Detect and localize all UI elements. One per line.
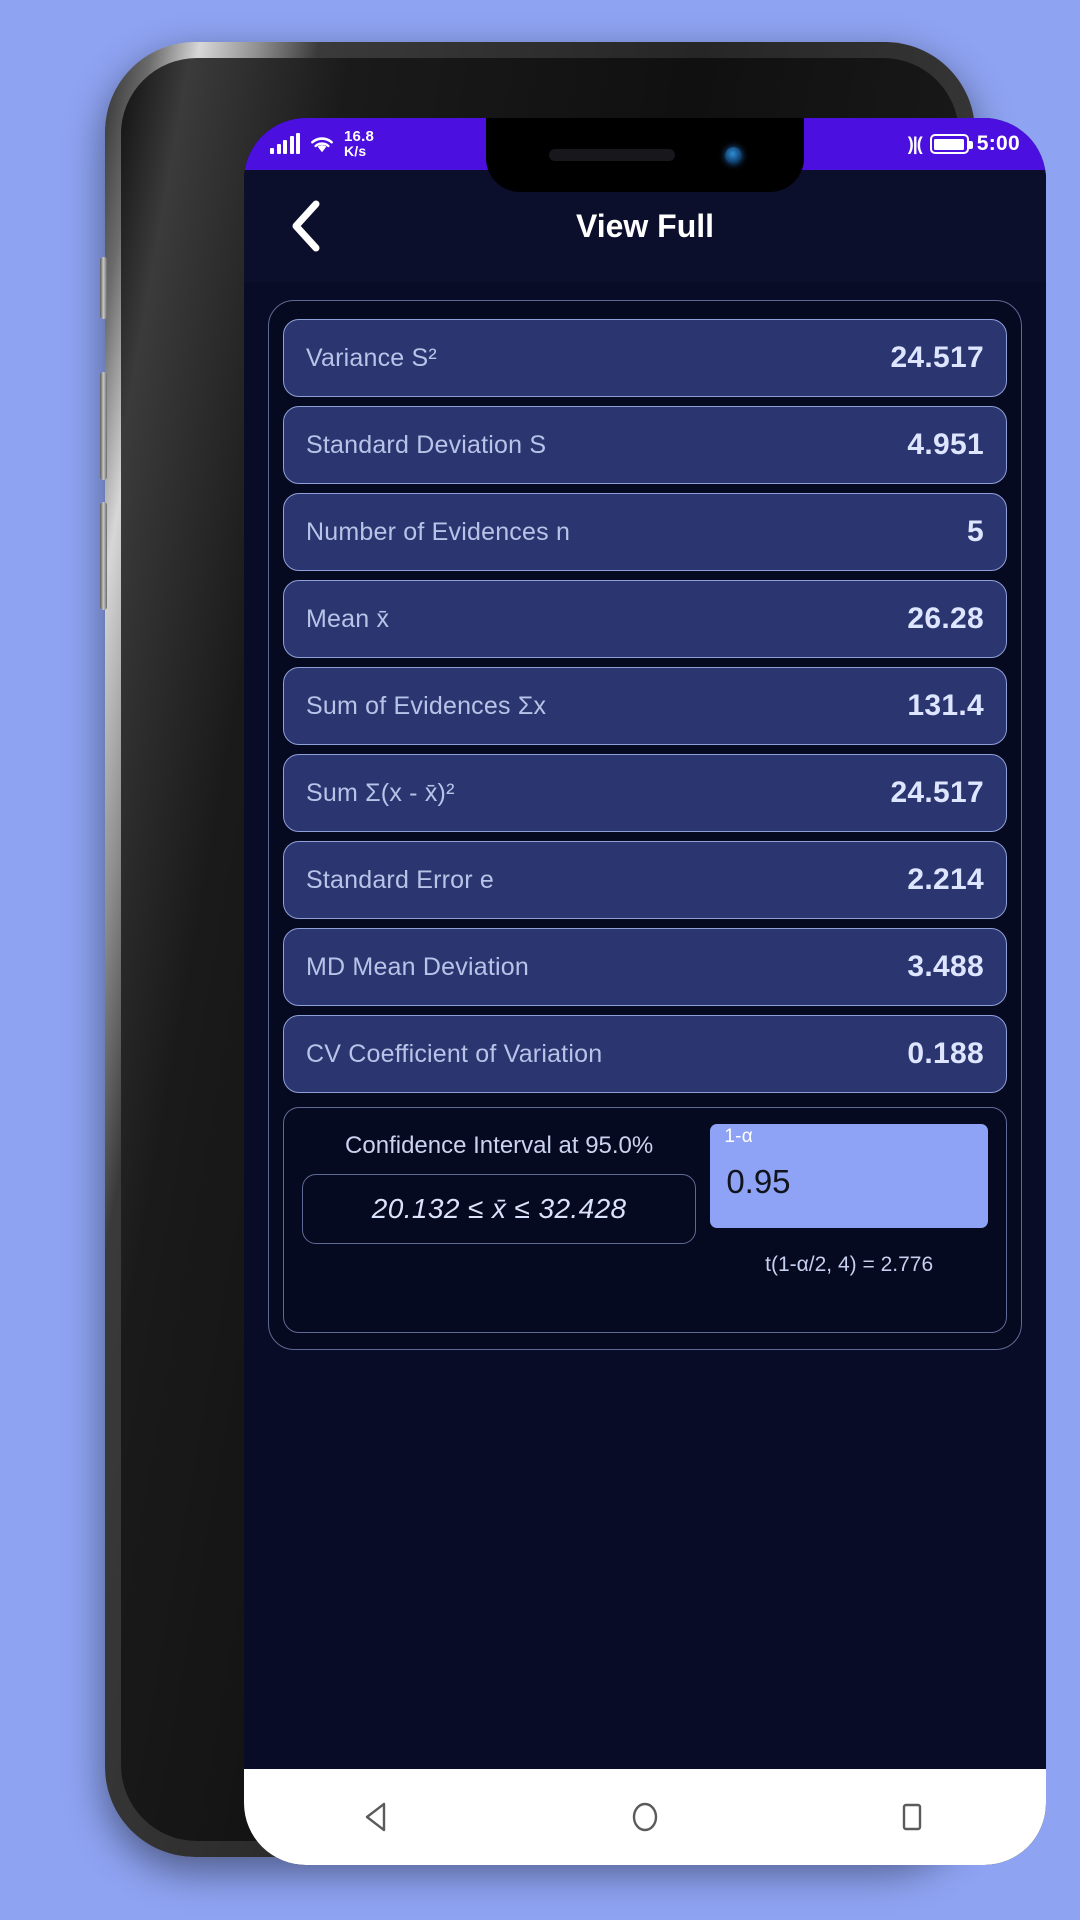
t-statistic-note: t(1-α/2, 4) = 2.776 bbox=[765, 1253, 934, 1276]
status-bar-right: )|( 5:00 bbox=[908, 132, 1020, 156]
android-nav-bar bbox=[244, 1769, 1046, 1865]
stat-value: 2.214 bbox=[907, 863, 984, 896]
stat-label: MD Mean Deviation bbox=[306, 952, 529, 981]
page-backdrop: 16.8 K/s )|( 5:00 View Full Variance S² … bbox=[0, 0, 1080, 1920]
stat-value: 24.517 bbox=[890, 341, 984, 374]
confidence-interval-left: Confidence Interval at 95.0% 20.132 ≤ x̄… bbox=[302, 1124, 697, 1312]
stat-value: 0.188 bbox=[907, 1037, 984, 1070]
table-row[interactable]: Variance S² 24.517 bbox=[283, 319, 1007, 397]
stat-label: Sum Σ(x - x̄)² bbox=[306, 778, 455, 807]
mute-switch-button[interactable] bbox=[100, 257, 107, 319]
alpha-field-value: 0.95 bbox=[726, 1163, 791, 1200]
table-row[interactable]: Mean x̄ 26.28 bbox=[283, 580, 1007, 658]
table-row[interactable]: Sum Σ(x - x̄)² 24.517 bbox=[283, 754, 1007, 832]
table-row[interactable]: CV Coefficient of Variation 0.188 bbox=[283, 1015, 1007, 1093]
stat-label: Number of Evidences n bbox=[306, 517, 571, 546]
app-container: View Full Variance S² 24.517 Standard De… bbox=[244, 170, 1046, 1865]
front-camera-icon bbox=[724, 146, 742, 164]
stat-value: 5 bbox=[967, 515, 984, 548]
page-title: View Full bbox=[575, 207, 715, 244]
status-bar: 16.8 K/s )|( 5:00 bbox=[244, 118, 1046, 192]
alpha-field-caption: 1-α bbox=[724, 1126, 754, 1147]
stat-value: 131.4 bbox=[907, 689, 984, 722]
scroll-content[interactable]: Variance S² 24.517 Standard Deviation S … bbox=[244, 282, 1046, 1769]
table-row[interactable]: Number of Evidences n 5 bbox=[283, 493, 1007, 571]
nav-back-button[interactable] bbox=[318, 1769, 438, 1865]
table-row[interactable]: Sum of Evidences Σx 131.4 bbox=[283, 667, 1007, 745]
volume-up-button[interactable] bbox=[100, 372, 107, 480]
nav-home-circle-icon bbox=[632, 1802, 658, 1832]
network-speed: 16.8 K/s bbox=[344, 129, 374, 159]
table-row[interactable]: Standard Error e 2.214 bbox=[283, 841, 1007, 919]
results-card: Variance S² 24.517 Standard Deviation S … bbox=[268, 300, 1022, 1350]
table-row[interactable]: MD Mean Deviation 3.488 bbox=[283, 928, 1007, 1006]
stat-value: 4.951 bbox=[907, 428, 984, 461]
nav-home-button[interactable] bbox=[585, 1769, 705, 1865]
stat-value: 24.517 bbox=[890, 776, 984, 809]
table-row[interactable]: Standard Deviation S 4.951 bbox=[283, 406, 1007, 484]
confidence-interval-title: Confidence Interval at 95.0% bbox=[345, 1132, 654, 1159]
alpha-input-field[interactable]: 1-α 0.95 bbox=[710, 1124, 988, 1228]
vibrate-icon: )|( bbox=[907, 133, 923, 154]
back-button[interactable] bbox=[278, 198, 334, 254]
battery-icon bbox=[929, 134, 973, 154]
notch bbox=[486, 118, 804, 192]
stat-value: 3.488 bbox=[907, 950, 984, 983]
stat-value: 26.28 bbox=[907, 602, 984, 635]
phone-frame: 16.8 K/s )|( 5:00 View Full Variance S² … bbox=[100, 42, 1046, 1865]
confidence-interval-value: 20.132 ≤ x̄ ≤ 32.428 bbox=[371, 1193, 627, 1224]
confidence-interval-right: 1-α 0.95 t(1-α/2, 4) = 2.776 bbox=[710, 1124, 988, 1312]
confidence-interval-box: 20.132 ≤ x̄ ≤ 32.428 bbox=[302, 1174, 697, 1244]
network-speed-unit: K/s bbox=[344, 143, 367, 159]
stat-label: Variance S² bbox=[306, 343, 437, 372]
nav-recents-square-icon bbox=[903, 1803, 922, 1831]
status-bar-clock: 5:00 bbox=[976, 132, 1020, 155]
chevron-left-icon bbox=[292, 200, 320, 252]
network-speed-value: 16.8 bbox=[344, 128, 374, 145]
wifi-icon bbox=[311, 137, 333, 153]
stat-label: Standard Deviation S bbox=[306, 430, 547, 459]
stat-label: Standard Error e bbox=[306, 865, 495, 894]
earpiece-speaker bbox=[548, 149, 675, 161]
signal-bars-icon bbox=[270, 133, 300, 154]
stat-label: Mean x̄ bbox=[306, 604, 390, 633]
stat-label: CV Coefficient of Variation bbox=[306, 1039, 603, 1068]
phone-screen: 16.8 K/s )|( 5:00 View Full Variance S² … bbox=[244, 118, 1046, 1865]
confidence-interval-panel: Confidence Interval at 95.0% 20.132 ≤ x̄… bbox=[283, 1107, 1007, 1333]
status-bar-left: 16.8 K/s bbox=[270, 129, 374, 159]
nav-back-triangle-icon bbox=[365, 1802, 385, 1832]
volume-down-button[interactable] bbox=[100, 502, 107, 610]
nav-recents-button[interactable] bbox=[852, 1769, 972, 1865]
stat-label: Sum of Evidences Σx bbox=[306, 691, 547, 720]
